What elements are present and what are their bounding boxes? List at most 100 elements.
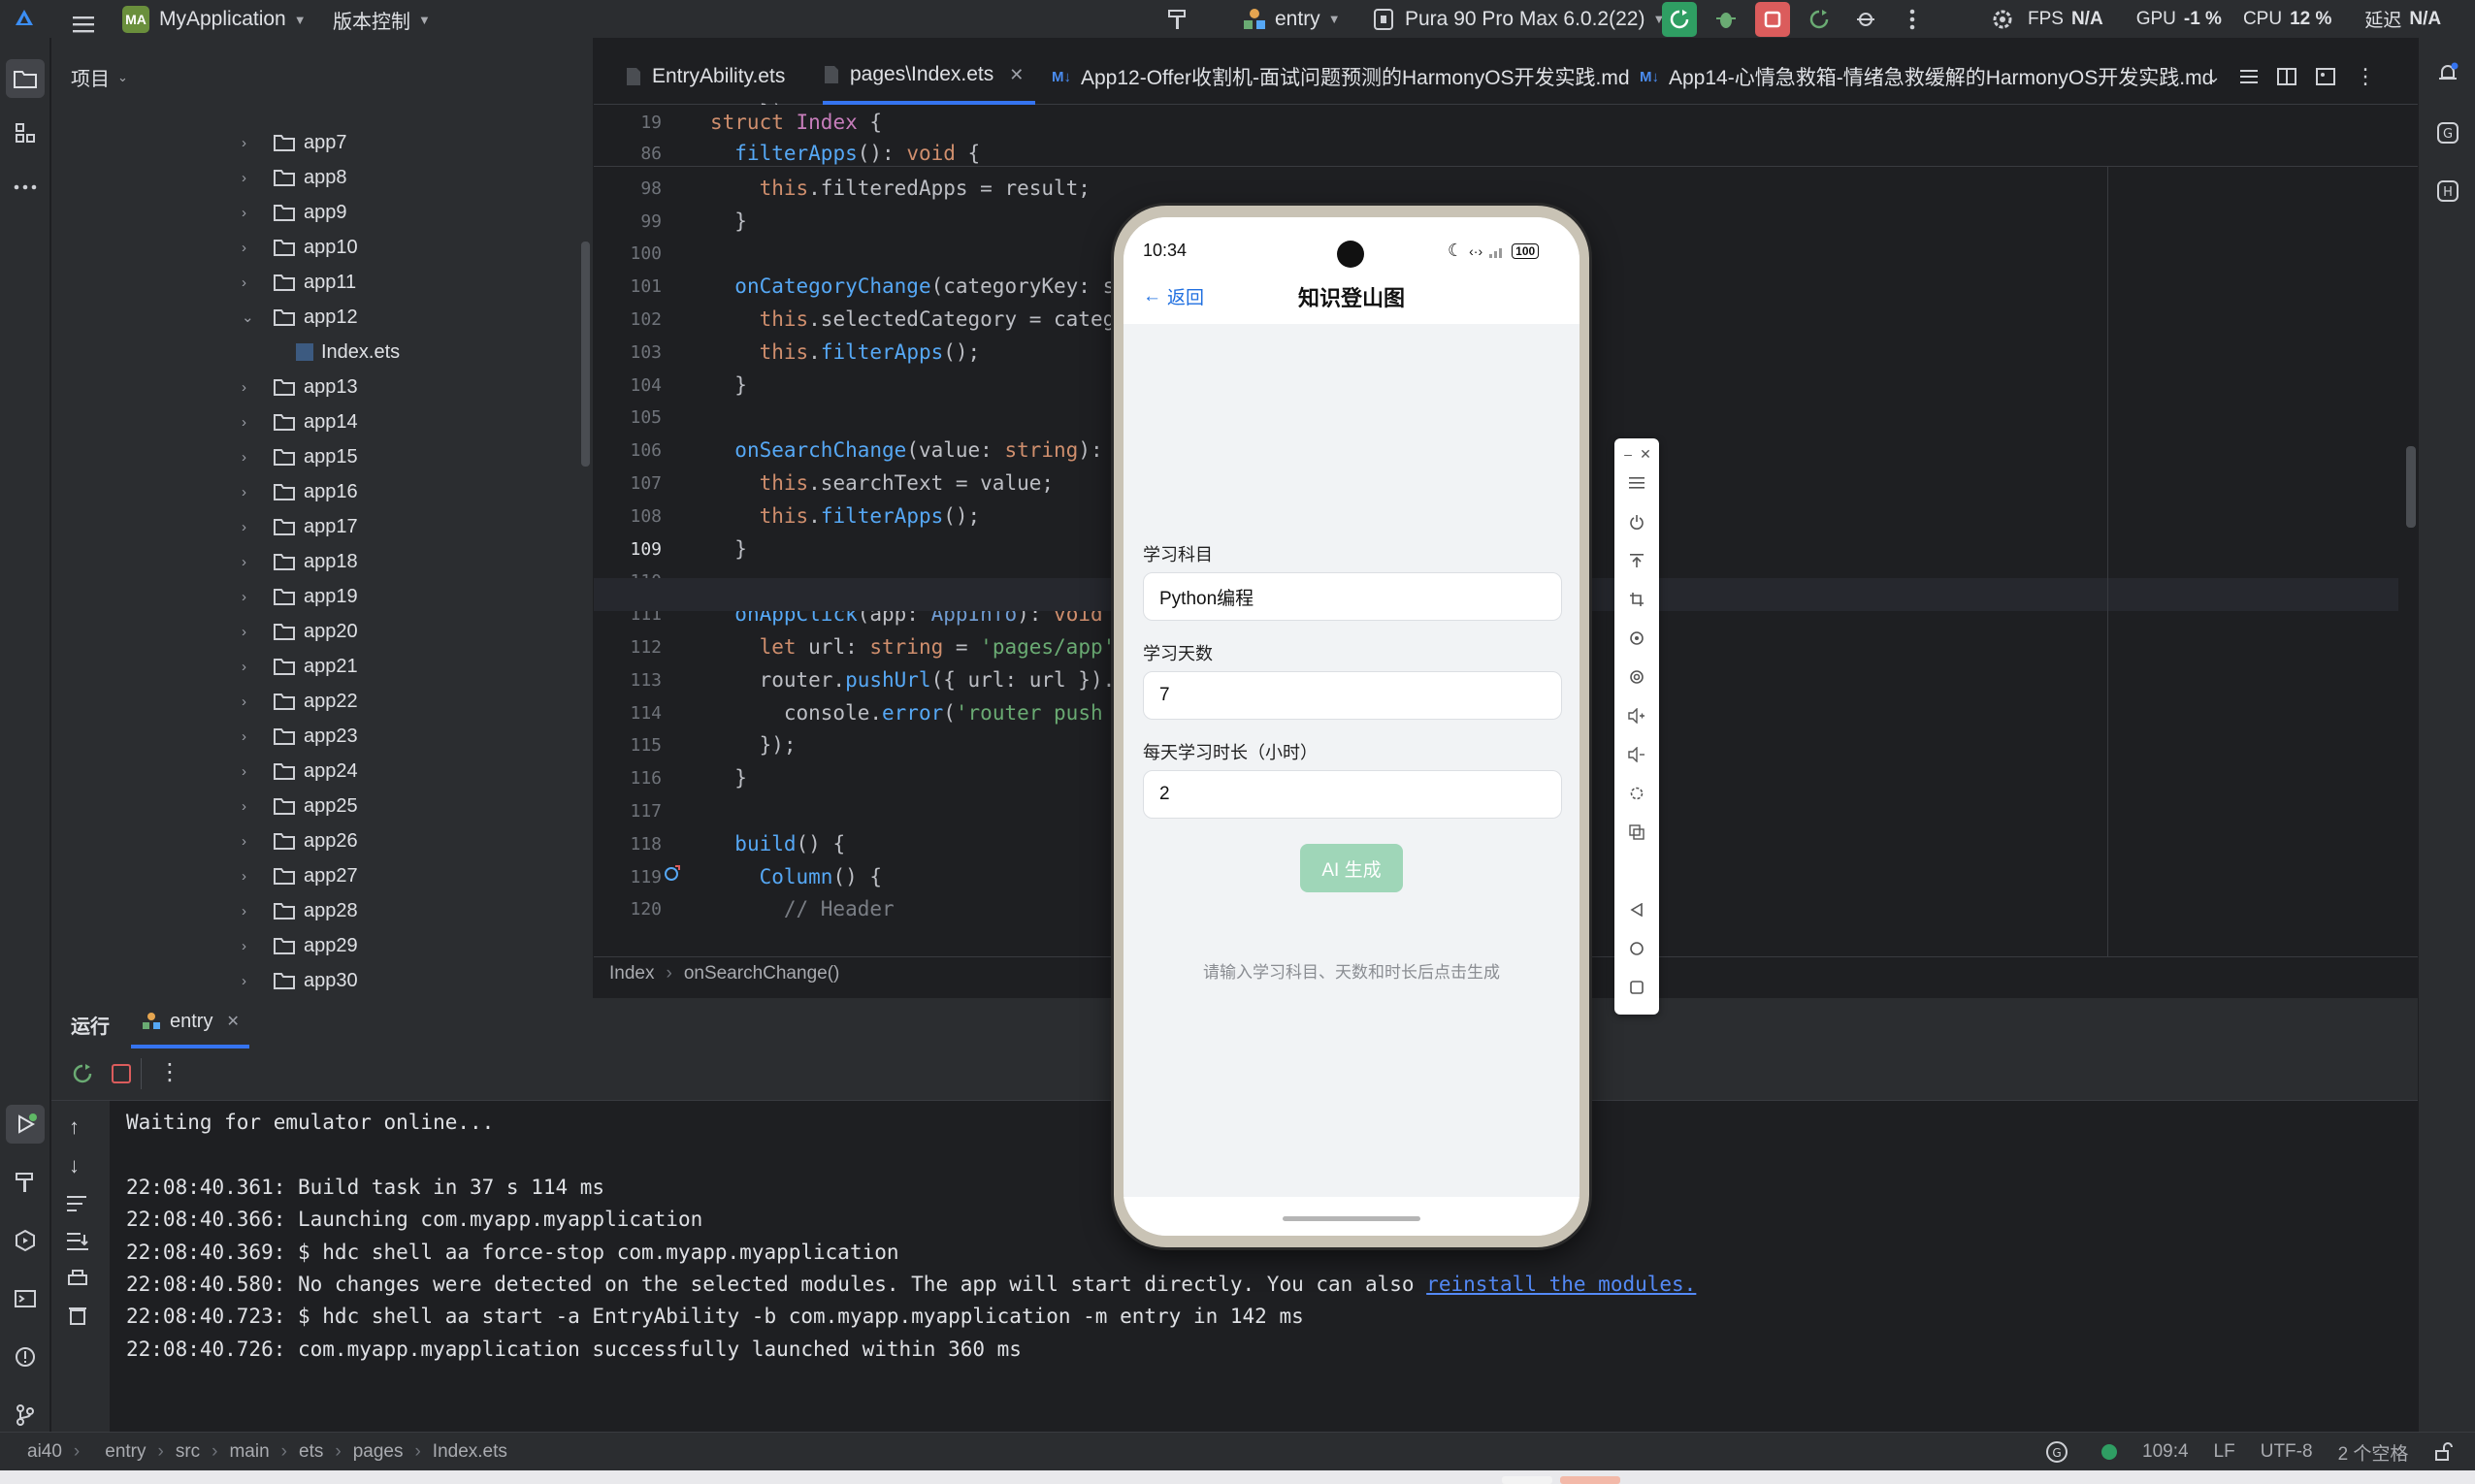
phone-screen[interactable]: 10:34 ☾ ‹·› 100 ← 返回 知识登山图 学习科目 Python编程… — [1124, 217, 1579, 1236]
chevron-right-icon[interactable]: › — [242, 135, 259, 151]
services-icon[interactable] — [6, 1221, 45, 1260]
reinstall-modules-link[interactable]: reinstall the modules. — [1426, 1273, 1696, 1296]
chevron-right-icon[interactable]: › — [242, 379, 259, 396]
chevron-right-icon[interactable]: › — [242, 624, 259, 640]
days-input[interactable]: 7 — [1143, 671, 1562, 720]
tree-folder-app20[interactable]: › app20 — [242, 614, 358, 649]
chevron-right-icon[interactable]: › — [242, 798, 259, 815]
terminal-icon[interactable] — [6, 1279, 45, 1318]
chevron-right-icon[interactable]: › — [242, 170, 259, 186]
debug-icon[interactable] — [1709, 2, 1743, 37]
structure-icon[interactable] — [6, 113, 45, 152]
run-tool-icon[interactable] — [6, 1105, 45, 1144]
stop-icon[interactable] — [1755, 1, 1790, 37]
tree-folder-app14[interactable]: › app14 — [242, 404, 358, 439]
crop-icon[interactable] — [1625, 588, 1648, 611]
print-icon[interactable] — [67, 1268, 88, 1289]
shake-icon[interactable] — [1625, 782, 1648, 805]
apply-changes-icon[interactable] — [1802, 2, 1837, 37]
taskbar-item[interactable] — [1560, 1476, 1620, 1484]
tree-folder-app30[interactable]: › app30 — [242, 963, 358, 998]
nav-back-icon[interactable] — [1625, 898, 1648, 921]
chevron-right-icon[interactable]: › — [242, 833, 259, 850]
tree-folder-app17[interactable]: › app17 — [242, 509, 358, 544]
path-segment[interactable]: main — [229, 1441, 269, 1463]
split-view-icon[interactable] — [2277, 68, 2297, 85]
chevron-right-icon[interactable]: › — [242, 973, 259, 989]
tree-file-index-ets[interactable]: Index.ets — [294, 335, 400, 370]
chevron-right-icon[interactable]: › — [242, 868, 259, 885]
tab-entryability[interactable]: EntryAbility.ets — [625, 48, 785, 105]
tree-folder-app27[interactable]: › app27 — [242, 858, 358, 893]
tree-folder-app21[interactable]: › app21 — [242, 649, 358, 684]
tree-folder-app28[interactable]: › app28 — [242, 893, 358, 928]
taskbar-item[interactable] — [1502, 1476, 1552, 1484]
rerun-icon[interactable] — [71, 1062, 94, 1085]
tree-folder-app26[interactable]: › app26 — [242, 823, 358, 858]
codegenie-status-icon[interactable]: G — [2045, 1440, 2068, 1464]
chevron-down-icon[interactable]: ⌄ — [242, 308, 259, 326]
chevron-right-icon[interactable]: › — [242, 728, 259, 745]
tree-folder-app9[interactable]: › app9 — [242, 195, 347, 230]
tree-folder-app23[interactable]: › app23 — [242, 719, 358, 754]
tree-folder-app13[interactable]: › app13 — [242, 370, 358, 404]
location-icon[interactable] — [1625, 665, 1648, 689]
file-encoding[interactable]: UTF-8 — [2261, 1441, 2313, 1463]
volume-up-icon[interactable] — [1625, 704, 1648, 727]
menu-icon[interactable] — [1625, 471, 1648, 495]
chevron-right-icon[interactable]: › — [242, 903, 259, 919]
scroll-to-end-icon[interactable] — [67, 1231, 88, 1252]
chevron-right-icon[interactable]: › — [242, 449, 259, 466]
git-branch-icon[interactable] — [6, 1396, 45, 1435]
volume-down-icon[interactable] — [1625, 743, 1648, 766]
tree-folder-app15[interactable]: › app15 — [242, 439, 358, 474]
project-panel-title[interactable]: 项目 ⌄ — [71, 63, 128, 91]
rotate-icon[interactable] — [1625, 627, 1648, 650]
main-menu-icon[interactable] — [66, 7, 101, 42]
problems-icon[interactable] — [6, 1338, 45, 1376]
path-segment[interactable]: ai40 — [14, 1441, 62, 1463]
tree-folder-app12[interactable]: ⌄ app12 — [242, 300, 358, 335]
device-selector[interactable]: Pura 90 Pro Max 6.0.2(22) ▼ — [1372, 0, 1665, 38]
profiler-bug-icon[interactable] — [1848, 2, 1883, 37]
build-hammer-icon[interactable] — [6, 1163, 45, 1202]
tree-folder-app22[interactable]: › app22 — [242, 684, 358, 719]
soft-wrap-icon[interactable] — [67, 1194, 88, 1213]
path-segment[interactable]: pages — [353, 1441, 404, 1463]
preview-icon[interactable] — [2316, 68, 2336, 85]
tab-app14-md[interactable]: M↓ App14-心情急救箱-情绪急救缓解的HarmonyOS开发实践.md — [1640, 48, 2213, 105]
scroll-down-icon[interactable]: ↓ — [69, 1153, 80, 1178]
nav-home-icon[interactable] — [1625, 937, 1648, 960]
path-segment[interactable]: ets — [299, 1441, 323, 1463]
chevron-right-icon[interactable]: › — [242, 554, 259, 570]
tree-folder-app19[interactable]: › app19 — [242, 579, 358, 614]
tree-folder-app16[interactable]: › app16 — [242, 474, 358, 509]
chevron-right-icon[interactable]: › — [242, 694, 259, 710]
override-marker-icon[interactable] — [664, 864, 681, 882]
chevron-right-icon[interactable]: › — [242, 274, 259, 291]
indent-setting[interactable]: 2 个空格 — [2338, 1439, 2409, 1466]
chevron-right-icon[interactable]: › — [242, 938, 259, 954]
tab-index-ets[interactable]: pages\Index.ets ✕ — [823, 48, 1036, 105]
lock-icon[interactable] — [2433, 1442, 2454, 1462]
daily-hours-input[interactable]: 2 — [1143, 770, 1562, 819]
home-indicator[interactable] — [1283, 1216, 1420, 1221]
line-separator[interactable]: LF — [2214, 1441, 2235, 1463]
tree-folder-app18[interactable]: › app18 — [242, 544, 358, 579]
run-config-selector[interactable]: entry ▼ — [1242, 0, 1341, 38]
scroll-up-icon[interactable]: ↑ — [69, 1114, 80, 1140]
project-selector[interactable]: MA MyApplication ▼ — [122, 5, 307, 34]
nav-recents-icon[interactable] — [1625, 976, 1648, 999]
tree-folder-app8[interactable]: › app8 — [242, 160, 347, 195]
status-indicator-dot[interactable] — [2101, 1444, 2117, 1460]
tree-folder-app25[interactable]: › app25 — [242, 789, 358, 823]
stop-icon[interactable] — [112, 1064, 131, 1083]
more-vertical-icon[interactable] — [1895, 2, 1930, 37]
close-icon[interactable]: ✕ — [1634, 442, 1657, 466]
settings-gear-icon[interactable] — [1985, 2, 2020, 37]
upload-icon[interactable] — [1625, 549, 1648, 572]
more-vertical-icon[interactable]: ⋮ — [2355, 64, 2376, 89]
harmony-h-icon[interactable]: H — [2436, 179, 2459, 203]
notifications-bell-icon[interactable] — [2436, 61, 2459, 84]
tree-folder-app11[interactable]: › app11 — [242, 265, 356, 300]
